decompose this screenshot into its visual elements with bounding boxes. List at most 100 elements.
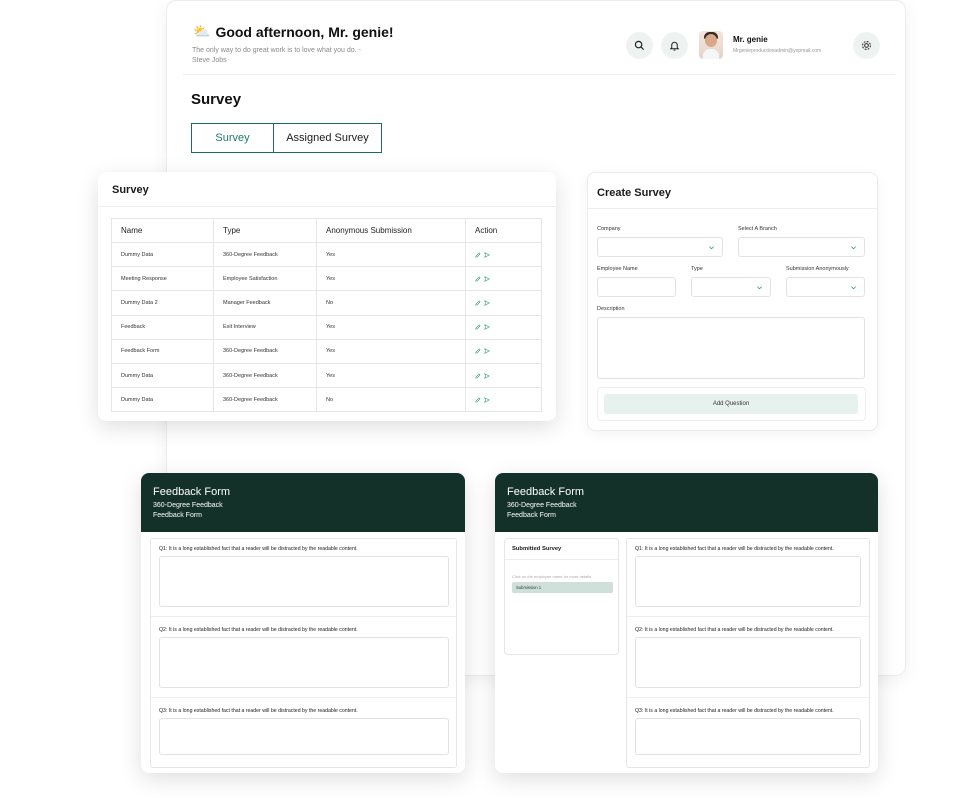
send-icon[interactable] xyxy=(484,300,490,306)
tab-assigned-survey[interactable]: Assigned Survey xyxy=(274,123,382,153)
pencil-icon[interactable] xyxy=(475,276,481,282)
branch-label: Select A Branch xyxy=(738,226,777,232)
cell-anonymous: Yes xyxy=(316,315,466,340)
cell-anonymous: Yes xyxy=(316,363,466,389)
anonymous-label: Submission Anonymously xyxy=(786,266,849,272)
tab-survey[interactable]: Survey xyxy=(191,123,274,153)
cell-action xyxy=(465,315,542,340)
add-question-button[interactable]: Add Question xyxy=(604,394,858,414)
questions-panel: Q1: It is a long established fact that a… xyxy=(626,538,870,768)
table-row[interactable]: Meeting Response Employee Satisfaction Y… xyxy=(111,266,542,292)
table-row[interactable]: Feedback Form 360-Degree Feedback Yes xyxy=(111,339,542,364)
pencil-icon[interactable] xyxy=(475,324,481,330)
send-icon[interactable] xyxy=(484,275,490,282)
user-name: Mr. genie xyxy=(733,35,768,44)
submitted-survey-hint: Click on the employee name for more deta… xyxy=(512,574,592,579)
employee-name-field[interactable] xyxy=(597,277,676,297)
submitted-survey-panel: Submitted Survey Click on the employee n… xyxy=(504,538,619,655)
cell-type: 360-Degree Feedback xyxy=(213,363,317,389)
company-label: Company xyxy=(597,226,621,232)
send-icon[interactable] xyxy=(484,348,490,355)
question-text: Q1: It is a long established fact that a… xyxy=(635,546,834,552)
cell-action xyxy=(465,363,542,389)
send-icon[interactable] xyxy=(484,251,490,258)
pencil-icon[interactable] xyxy=(475,397,481,403)
description-label: Description xyxy=(597,306,625,312)
table-row[interactable]: Dummy Data 360-Degree Feedback Yes xyxy=(111,242,542,268)
create-survey-card: Create Survey Company Select A Branch Em… xyxy=(587,172,878,431)
questions-panel: Q1: It is a long established fact that a… xyxy=(150,538,457,768)
greeting-text: Good afternoon, Mr. genie! xyxy=(215,23,394,40)
answer-field[interactable] xyxy=(635,556,861,607)
description-field[interactable] xyxy=(597,317,865,379)
bell-icon xyxy=(669,41,680,51)
feedback-form-header: Feedback Form 360-Degree Feedback Feedba… xyxy=(141,473,465,532)
cell-action xyxy=(465,339,542,364)
page-title: Survey xyxy=(191,91,242,108)
cell-type: Manager Feedback xyxy=(213,290,317,316)
table-row[interactable]: Dummy Data 2 Manager Feedback No xyxy=(111,290,542,316)
feedback-form-card: Feedback Form 360-Degree Feedback Feedba… xyxy=(141,473,465,773)
answer-field[interactable] xyxy=(159,556,449,607)
cell-type: 360-Degree Feedback xyxy=(213,339,317,364)
column-header: Anonymous Submission xyxy=(316,218,466,243)
send-icon[interactable] xyxy=(484,396,490,403)
user-email: Mrgenieproductionadmin@yopmail.com xyxy=(733,48,822,54)
cell-type: 360-Degree Feedback xyxy=(213,387,317,412)
search-button[interactable] xyxy=(626,32,653,59)
submitted-survey-title: Submitted Survey xyxy=(512,546,562,552)
cell-anonymous: No xyxy=(316,290,466,316)
table-header-row: Name Type Anonymous Submission Action xyxy=(111,218,542,243)
feedback-submissions-card: Feedback Form 360-Degree Feedback Feedba… xyxy=(495,473,878,773)
cell-name: Dummy Data xyxy=(111,363,214,389)
greeting: ⛅ Good afternoon, Mr. genie! xyxy=(193,23,394,40)
avatar[interactable] xyxy=(699,31,723,59)
feedback-form-subtitle: Feedback Form xyxy=(153,512,203,519)
answer-field[interactable] xyxy=(159,718,449,755)
sun-cloud-icon: ⛅ xyxy=(193,23,211,39)
employee-name-label: Employee Name xyxy=(597,266,638,272)
submission-item[interactable]: Submission 1 xyxy=(512,582,613,593)
feedback-form-title: Feedback Form xyxy=(153,486,231,498)
column-header: Name xyxy=(111,218,214,243)
pencil-icon[interactable] xyxy=(475,373,481,379)
branch-select[interactable] xyxy=(738,237,865,257)
cell-anonymous: Yes xyxy=(316,242,466,268)
feedback-form-header: Feedback Form 360-Degree Feedback Feedba… xyxy=(495,473,878,532)
table-row[interactable]: Dummy Data 360-Degree Feedback Yes xyxy=(111,363,542,389)
feedback-form-subtitle: 360-Degree Feedback xyxy=(507,502,577,509)
column-header: Type xyxy=(213,218,317,243)
pencil-icon[interactable] xyxy=(475,348,481,355)
send-icon[interactable] xyxy=(484,324,490,330)
cell-name: Dummy Data xyxy=(111,242,214,268)
column-header: Action xyxy=(465,218,542,243)
answer-field[interactable] xyxy=(159,637,449,688)
pencil-icon[interactable] xyxy=(475,252,481,258)
type-select[interactable] xyxy=(691,277,771,297)
question-text: Q2: It is a long established fact that a… xyxy=(159,627,358,633)
survey-list-card: Survey Name Type Anonymous Submission Ac… xyxy=(98,172,556,421)
send-icon[interactable] xyxy=(484,372,490,379)
answer-field[interactable] xyxy=(635,637,861,688)
cell-anonymous: No xyxy=(316,387,466,412)
type-label: Type xyxy=(691,266,703,272)
cell-name: Feedback xyxy=(111,315,214,340)
anonymous-select[interactable] xyxy=(786,277,865,297)
chevron-down-icon xyxy=(709,246,714,250)
pencil-icon[interactable] xyxy=(475,300,481,306)
question-text: Q3: It is a long established fact that a… xyxy=(635,708,834,714)
cell-type: Exit Interview xyxy=(213,315,317,340)
question-text: Q2: It is a long established fact that a… xyxy=(635,627,834,633)
cell-action xyxy=(466,388,542,412)
table-row[interactable]: Dummy Data 360-Degree Feedback No xyxy=(111,387,542,412)
settings-button[interactable] xyxy=(853,32,880,59)
answer-field[interactable] xyxy=(635,718,861,755)
notifications-button[interactable] xyxy=(661,32,688,59)
company-select[interactable] xyxy=(597,237,723,257)
gear-icon xyxy=(862,41,871,50)
table-row[interactable]: Feedback Exit Interview Yes xyxy=(111,315,542,340)
cell-action xyxy=(465,266,542,292)
question-text: Q3: It is a long established fact that a… xyxy=(159,708,358,714)
cell-action xyxy=(465,242,542,268)
cell-type: Employee Satisfaction xyxy=(213,266,317,292)
